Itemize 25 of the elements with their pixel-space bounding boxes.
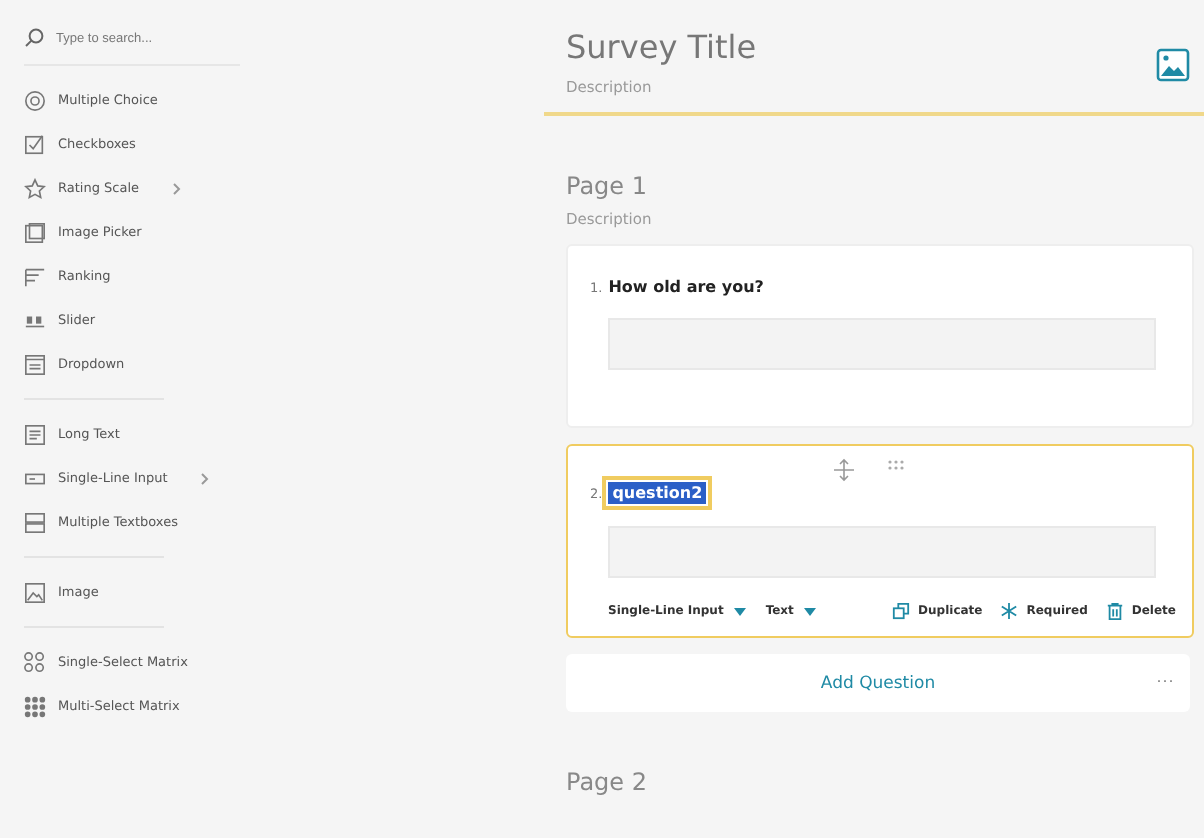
long-text-icon	[24, 423, 46, 445]
matrix-icon	[24, 651, 46, 673]
more-button[interactable]: ···	[1156, 670, 1174, 690]
add-question-button[interactable]: Add Question	[820, 673, 936, 693]
checkbox-icon	[24, 133, 46, 155]
trash-icon	[1105, 602, 1124, 620]
chevron-right-icon	[171, 181, 182, 195]
caret-icon	[803, 607, 816, 615]
dropdown-icon	[24, 353, 46, 375]
image-icon	[24, 581, 46, 603]
copy-icon	[892, 602, 911, 620]
star-icon	[24, 177, 46, 199]
multiple-inputs-icon	[24, 511, 46, 533]
question-title[interactable]: How old are you?	[608, 278, 764, 296]
survey-title[interactable]: Survey Title	[566, 28, 757, 66]
asterisk-icon	[1000, 602, 1019, 620]
caret-icon	[733, 607, 746, 615]
radio-icon	[24, 89, 46, 111]
image-picker-icon	[24, 221, 46, 243]
search-icon	[24, 28, 44, 48]
question-title[interactable]: question2	[608, 482, 707, 504]
grid-icon	[24, 695, 46, 717]
image-icon[interactable]	[1156, 48, 1190, 84]
ranking-icon	[24, 265, 46, 287]
chevron-right-icon	[199, 471, 210, 485]
